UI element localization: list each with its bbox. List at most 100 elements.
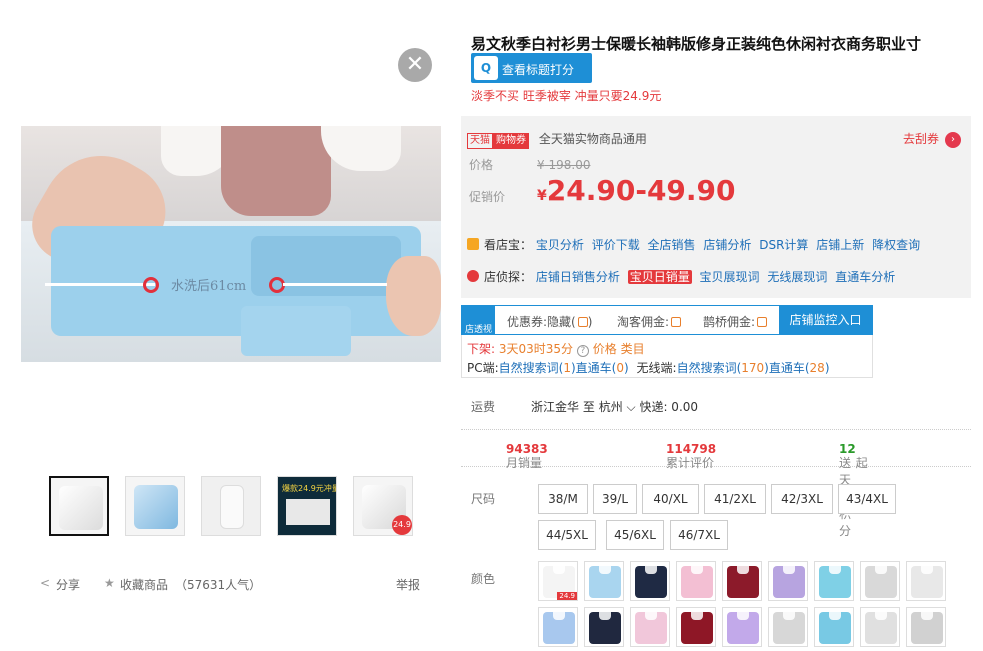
thumbnail-price-badge: 24.9	[392, 515, 412, 535]
size-option[interactable]: 43/4XL	[838, 484, 896, 514]
size-option[interactable]: 40/XL	[642, 484, 699, 514]
swatch-collar	[553, 612, 565, 620]
size-option[interactable]: 41/2XL	[704, 484, 766, 514]
wireless-ztc[interactable]: )直通车(	[764, 361, 809, 375]
size-option[interactable]: 45/6XL	[606, 520, 664, 550]
color-swatch[interactable]	[630, 607, 670, 647]
close-video-button[interactable]: ✕	[398, 48, 432, 82]
report-link[interactable]: 举报	[396, 576, 420, 593]
thumbnail-5[interactable]: 24.9	[353, 476, 413, 536]
thumbnail-image	[59, 486, 103, 530]
tool-link-new-items[interactable]: 店铺上新	[816, 238, 864, 252]
collect-link[interactable]: 收藏商品	[120, 576, 168, 593]
swatch-collar	[783, 566, 795, 574]
ship-to-select[interactable]: 杭州 ⌵	[599, 400, 636, 414]
tool-link-store-analysis[interactable]: 店铺分析	[703, 238, 751, 252]
tool-link-wireless-words[interactable]: 无线展现词	[767, 270, 827, 284]
swatch-collar	[691, 612, 703, 620]
pc-ztc[interactable]: )直通车(	[571, 361, 616, 375]
tab-taoke[interactable]: 淘客佣金:	[617, 313, 682, 330]
size-option[interactable]: 39/L	[593, 484, 637, 514]
size-option[interactable]: 44/5XL	[538, 520, 596, 550]
tab-store-monitor[interactable]: 店铺监控入口	[779, 306, 872, 335]
size-option[interactable]: 46/7XL	[670, 520, 728, 550]
swatch-collar	[829, 612, 841, 620]
close-icon[interactable]: ✕	[406, 52, 424, 77]
tool-link-daily-item-sales[interactable]: 宝贝日销量	[627, 270, 692, 284]
color-swatch[interactable]	[906, 607, 946, 647]
tab-coupon-label: 优惠券:隐藏(	[507, 315, 576, 329]
color-swatch[interactable]	[584, 607, 624, 647]
tool-link-store-sales[interactable]: 全店销售	[648, 238, 696, 252]
tab-coupon[interactable]: 优惠券:隐藏()	[507, 313, 592, 330]
swatch-collar	[737, 612, 749, 620]
plugin-tabs: 店透视 优惠券:隐藏() 淘客佣金: 鹊桥佣金: 店铺监控入口	[461, 305, 873, 335]
title-score-button[interactable]: Q 查看标题打分	[471, 53, 592, 83]
sales-stats: 月销量 94383 累计评价 114798 送天猫积分 12起	[461, 429, 971, 538]
coupon-tag: 购物券	[493, 133, 529, 149]
tool-link-review-download[interactable]: 评价下载	[592, 238, 640, 252]
color-swatch[interactable]	[676, 607, 716, 647]
color-swatch[interactable]: 24.9	[538, 561, 578, 601]
plugin-info-row-1: 下架: 3天03时35分 ? 价格 类目	[467, 340, 645, 357]
share-icon[interactable]: <	[40, 576, 50, 590]
price-link[interactable]: 价格	[593, 342, 617, 356]
ship-method: 快递: 0.00	[639, 400, 699, 414]
color-swatch[interactable]	[538, 607, 578, 647]
color-swatch[interactable]	[906, 561, 946, 601]
wireless-search-words[interactable]: 自然搜索词(	[677, 361, 742, 375]
color-swatch[interactable]	[860, 561, 900, 601]
share-link[interactable]: 分享	[56, 576, 80, 593]
tool-link-display-words[interactable]: 宝贝展现词	[700, 270, 760, 284]
thumbnail-2[interactable]	[125, 476, 185, 536]
thumbnail-image	[134, 485, 178, 529]
size-option[interactable]: 42/3XL	[771, 484, 833, 514]
star-icon[interactable]: ★	[104, 576, 115, 590]
pc-search-count: 1	[563, 361, 571, 375]
tool-link-penalty[interactable]: 降权查询	[872, 238, 920, 252]
color-swatch[interactable]	[722, 561, 762, 601]
promo-price-currency: ¥	[537, 188, 547, 204]
dianzhentan-icon	[467, 270, 479, 282]
size-option[interactable]: 38/M	[538, 484, 588, 514]
color-swatch[interactable]	[768, 607, 808, 647]
tool-link-dsr[interactable]: DSR计算	[759, 238, 808, 252]
color-swatch[interactable]	[722, 607, 762, 647]
plugin-info-row-2: PC端:自然搜索词(1)直通车(0) 无线端:自然搜索词(170)直通车(28)	[467, 359, 830, 376]
ship-to-word: 至	[582, 400, 595, 414]
swatch-collar	[875, 612, 887, 620]
color-swatch[interactable]	[860, 607, 900, 647]
color-swatch[interactable]	[584, 561, 624, 601]
title-score-label: 查看标题打分	[502, 63, 575, 77]
swatch-collar	[645, 612, 657, 620]
color-swatch[interactable]	[814, 561, 854, 601]
thumbnail-3[interactable]	[201, 476, 261, 536]
plugin-logo-icon: Q	[474, 56, 498, 80]
color-swatch[interactable]	[814, 607, 854, 647]
chevron-right-icon: ›	[945, 131, 961, 148]
plugin-info: 下架: 3天03时35分 ? 价格 类目 PC端:自然搜索词(1)直通车(0) …	[461, 335, 873, 378]
category-link[interactable]: 类目	[621, 342, 645, 356]
monthly-sales: 月销量 94383	[506, 442, 548, 470]
ship-to-city: 杭州	[598, 400, 623, 414]
thumbnail-1[interactable]	[49, 476, 109, 536]
total-reviews[interactable]: 累计评价 114798	[666, 442, 716, 470]
color-swatch[interactable]	[630, 561, 670, 601]
tool-link-item-analysis[interactable]: 宝贝分析	[536, 238, 584, 252]
delist-label: 下架:	[467, 342, 496, 356]
pc-search-words[interactable]: 自然搜索词(	[499, 361, 564, 375]
tool-link-ztc-analysis[interactable]: 直通车分析	[835, 270, 895, 284]
tool-row-kandianbao: 看店宝： 宝贝分析 评价下载 全店销售 店铺分析 DSR计算 店铺上新 降权查询	[467, 236, 924, 253]
tab-queqiao[interactable]: 鹊桥佣金:	[703, 313, 768, 330]
tab-coupon-close: )	[587, 315, 593, 329]
go-coupon-link[interactable]: 去刮券 ›	[903, 130, 961, 148]
thumbnail-4[interactable]: 爆款24.9元冲量	[277, 476, 337, 536]
color-swatch[interactable]	[768, 561, 808, 601]
product-video[interactable]: 水洗后61cm	[21, 126, 441, 362]
help-icon[interactable]: ?	[576, 345, 589, 357]
tool-link-daily-store-sales[interactable]: 店铺日销售分析	[536, 270, 620, 284]
lock-icon	[577, 317, 588, 327]
color-swatch[interactable]	[676, 561, 716, 601]
pc-ztc-count: 0	[616, 361, 625, 375]
thumbnail-strip: 爆款24.9元冲量 24.9	[49, 476, 419, 536]
